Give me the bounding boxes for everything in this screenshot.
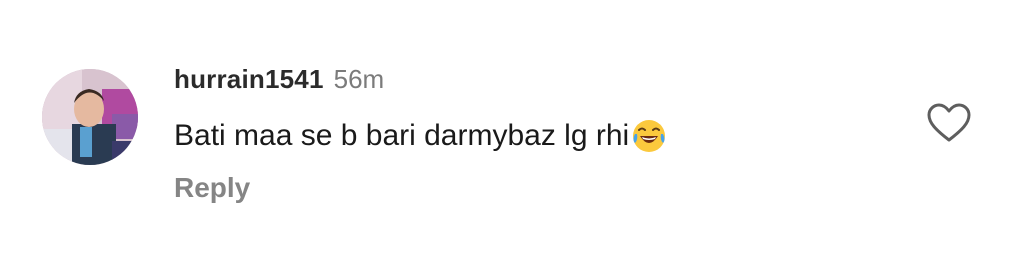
comment-item: hurrain1541 56m Bati maa se b bari darmy… — [0, 0, 1024, 267]
comment-header: hurrain1541 56m — [174, 64, 384, 100]
avatar-photo — [42, 69, 138, 165]
username[interactable]: hurrain1541 — [174, 64, 324, 95]
avatar[interactable] — [42, 69, 138, 165]
heart-outline-icon — [927, 103, 971, 142]
comment-text: Bati maa se b bari darmybaz lg rhi — [174, 119, 630, 152]
comment-body: Bati maa se b bari darmybaz lg rhi — [174, 118, 667, 154]
like-button[interactable] — [926, 102, 972, 144]
timestamp: 56m — [333, 64, 385, 94]
reply-button[interactable]: Reply — [174, 172, 250, 204]
laughing-emoji-icon — [631, 118, 667, 154]
